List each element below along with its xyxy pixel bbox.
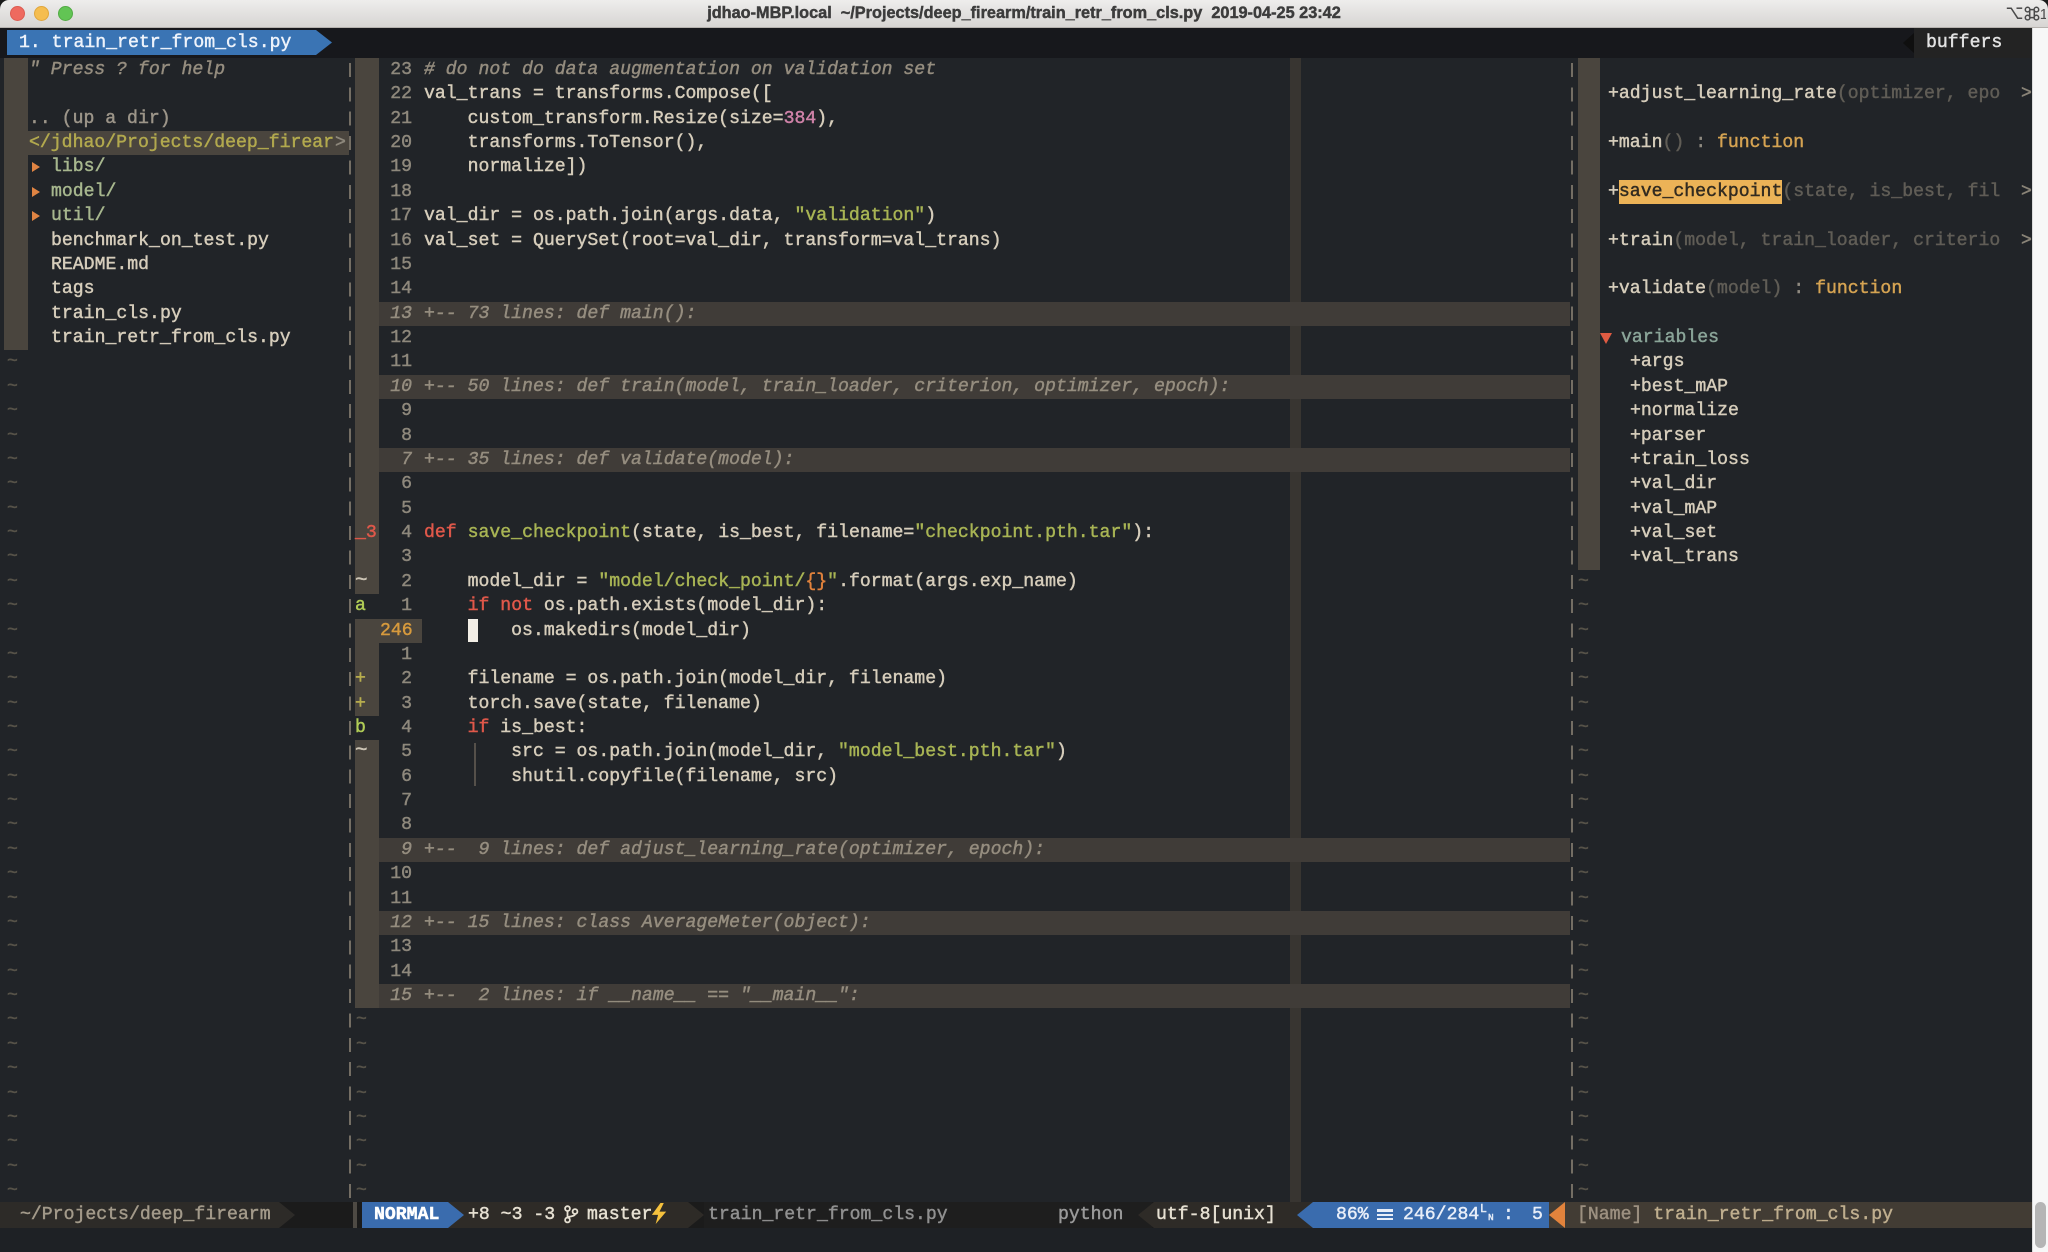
svg-text:1: 1 (2040, 7, 2046, 22)
